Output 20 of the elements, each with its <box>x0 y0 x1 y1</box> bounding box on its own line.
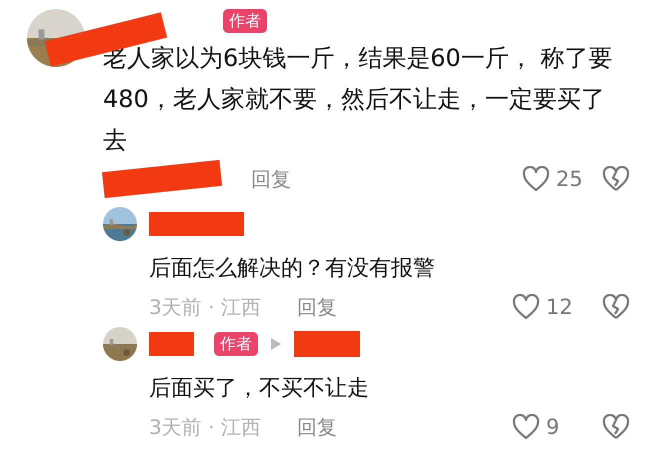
reply-link[interactable]: 回复 <box>296 414 337 440</box>
broken-heart-icon[interactable] <box>602 414 630 440</box>
heart-icon[interactable] <box>512 414 540 440</box>
like-count: 9 <box>546 415 560 439</box>
reply-link[interactable]: 回复 <box>296 294 337 320</box>
comment-time: 3天前 · 江西 <box>149 294 261 320</box>
like-count: 12 <box>546 295 573 319</box>
redaction-bar <box>149 332 194 356</box>
broken-heart-icon[interactable] <box>602 166 630 192</box>
comment-text: 后面买了，不买不让走 <box>149 375 370 403</box>
comment-time: 3天前 · 江西 <box>149 414 261 440</box>
broken-heart-icon[interactable] <box>602 294 630 320</box>
like-count: 25 <box>556 167 583 191</box>
comment-text: 后面怎么解决的？有没有报警 <box>149 255 436 283</box>
heart-icon[interactable] <box>522 166 550 192</box>
author-badge: 作者 <box>223 9 267 33</box>
reply-link[interactable]: 回复 <box>251 166 291 192</box>
redaction-bar <box>294 331 360 357</box>
author-badge: 作者 <box>214 332 258 356</box>
heart-icon[interactable] <box>512 294 540 320</box>
